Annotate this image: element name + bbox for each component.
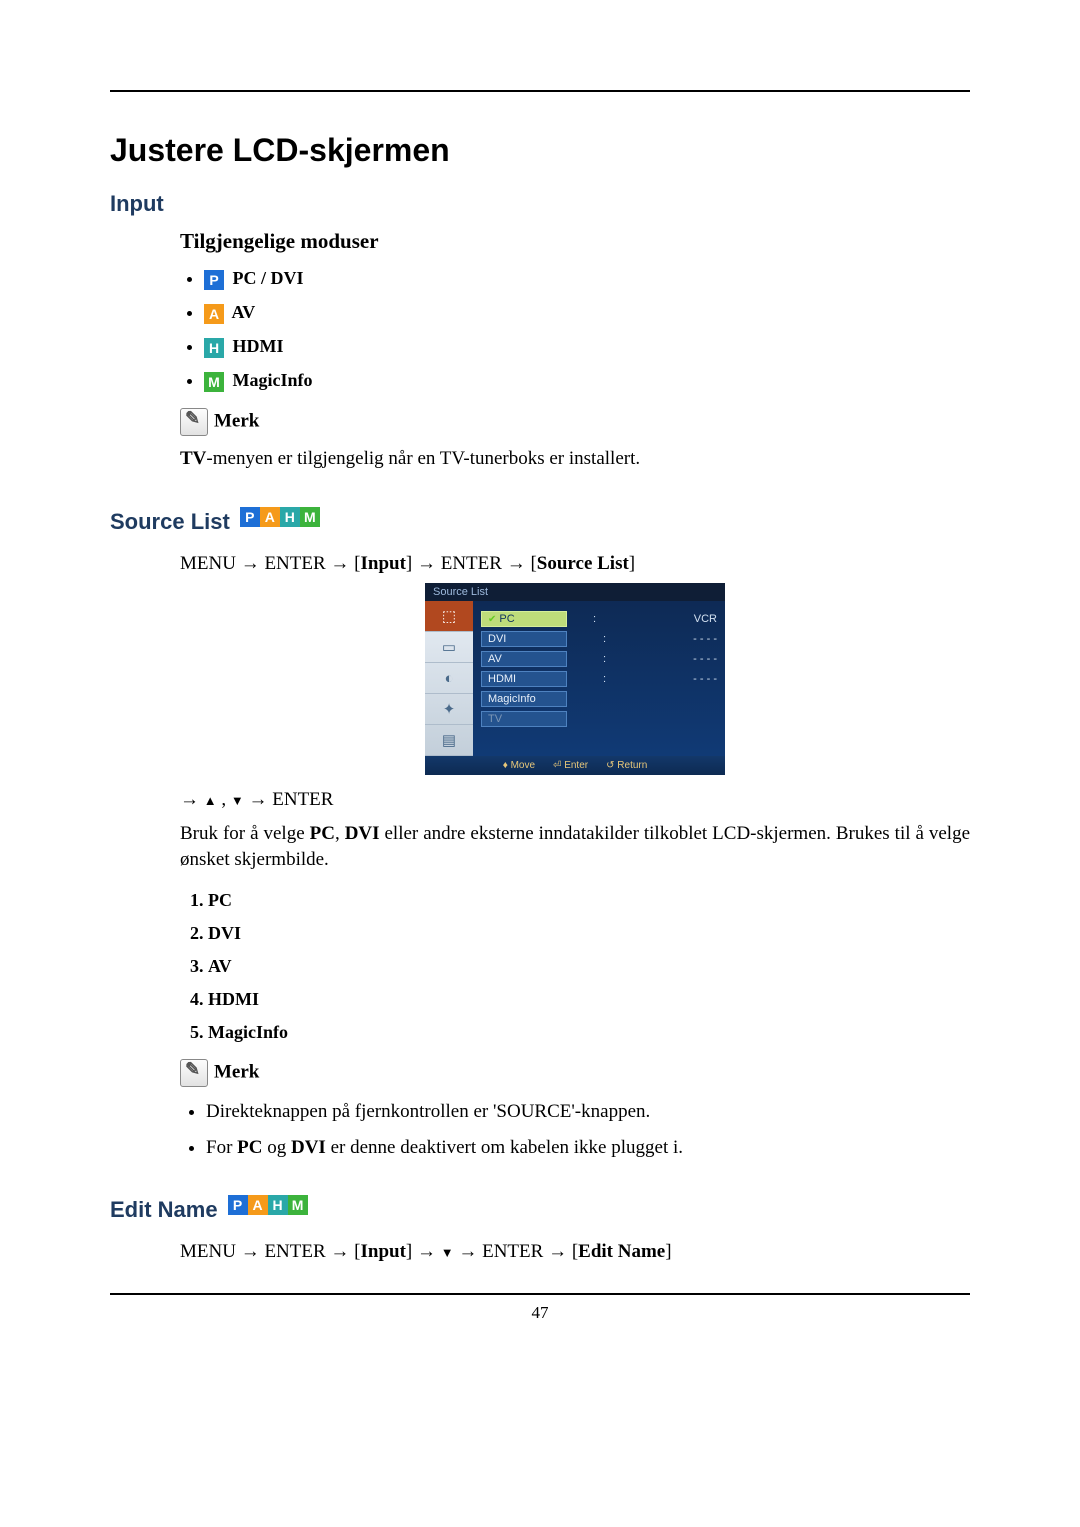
section-source-list: Source List bbox=[110, 509, 230, 535]
mode-av: A AV bbox=[204, 302, 970, 324]
osd-row-hdmi: HDMI:- - - - bbox=[481, 671, 717, 687]
osd-source-list: Source List ⬚ ▭ ◐ ✦ ▤ PC :VCR DVI:- - - … bbox=[425, 583, 725, 775]
osd-row-magicinfo: MagicInfo bbox=[481, 691, 717, 707]
page-number: 47 bbox=[110, 1303, 970, 1323]
osd-row-pc: PC :VCR bbox=[481, 611, 717, 627]
list-pc: PC bbox=[208, 890, 970, 911]
tv-note: TV-menyen er tilgjengelig når en TV-tune… bbox=[180, 446, 970, 472]
p-icon: P bbox=[204, 270, 224, 290]
h-icon: H bbox=[280, 507, 300, 527]
h-icon: H bbox=[204, 338, 224, 358]
p-icon: P bbox=[240, 507, 260, 527]
mode-strip-edit: PAHM bbox=[228, 1195, 308, 1215]
h-icon: H bbox=[268, 1195, 288, 1215]
osd-row-dvi: DVI:- - - - bbox=[481, 631, 717, 647]
a-icon: A bbox=[204, 304, 224, 324]
list-magicinfo: MagicInfo bbox=[208, 1022, 970, 1043]
note-list: Direkteknappen på fjernkontrollen er 'SO… bbox=[180, 1101, 970, 1159]
triangle-down-icon bbox=[441, 1241, 454, 1262]
osd-sidebar-input-icon: ⬚ bbox=[425, 601, 473, 632]
header-rule bbox=[110, 90, 970, 92]
footer-rule bbox=[110, 1293, 970, 1295]
osd-sidebar-sound-icon: ◐ bbox=[425, 663, 473, 694]
a-icon: A bbox=[260, 507, 280, 527]
note-source-button: Direkteknappen på fjernkontrollen er 'SO… bbox=[206, 1101, 970, 1123]
osd-title: Source List bbox=[425, 583, 725, 601]
list-dvi: DVI bbox=[208, 923, 970, 944]
osd-row-av: AV:- - - - bbox=[481, 651, 717, 667]
osd-sidebar-setup-icon: ✦ bbox=[425, 694, 473, 725]
nav-arrows-enter: → , → ENTER bbox=[180, 789, 970, 811]
page-title: Justere LCD-skjermen bbox=[110, 132, 970, 169]
mode-magicinfo: M MagicInfo bbox=[204, 370, 970, 392]
osd-sidebar: ⬚ ▭ ◐ ✦ ▤ bbox=[425, 601, 473, 756]
section-edit-name: Edit Name bbox=[110, 1197, 218, 1223]
osd-sidebar-multi-icon: ▤ bbox=[425, 725, 473, 756]
list-av: AV bbox=[208, 956, 970, 977]
m-icon: M bbox=[300, 507, 320, 527]
note-pc-dvi-cable: For PC og DVI er denne deaktivert om kab… bbox=[206, 1137, 970, 1159]
triangle-up-icon bbox=[204, 789, 217, 810]
list-hdmi: HDMI bbox=[208, 989, 970, 1010]
subhead-modes: Tilgjengelige moduser bbox=[180, 229, 970, 254]
source-numbered-list: PC DVI AV HDMI MagicInfo bbox=[180, 890, 970, 1043]
menu-path-edit: MENU → ENTER → [Input] → → ENTER → [Edit… bbox=[180, 1241, 970, 1263]
m-icon: M bbox=[204, 372, 224, 392]
mode-strip-source: PAHM bbox=[240, 507, 320, 527]
note-icon bbox=[180, 1059, 208, 1087]
menu-path-source: MENU → ENTER → [Input] → ENTER → [Source… bbox=[180, 553, 970, 575]
a-icon: A bbox=[248, 1195, 268, 1215]
mode-pc: P PC / DVI bbox=[204, 268, 970, 290]
note-merk-1: Merk bbox=[180, 408, 970, 436]
note-merk-2: Merk bbox=[180, 1059, 970, 1087]
osd-sidebar-picture-icon: ▭ bbox=[425, 632, 473, 663]
m-icon: M bbox=[288, 1195, 308, 1215]
note-icon bbox=[180, 408, 208, 436]
section-input: Input bbox=[110, 191, 970, 217]
osd-footer: ♦ Move ⏎ Enter ↺ Return bbox=[425, 756, 725, 775]
source-description: Bruk for å velge PC, DVI eller andre eks… bbox=[180, 821, 970, 872]
osd-row-tv: TV bbox=[481, 711, 717, 727]
triangle-down-icon bbox=[231, 789, 244, 810]
mode-hdmi: H HDMI bbox=[204, 336, 970, 358]
p-icon: P bbox=[228, 1195, 248, 1215]
mode-list: P PC / DVI A AV H HDMI M MagicInfo bbox=[180, 268, 970, 392]
